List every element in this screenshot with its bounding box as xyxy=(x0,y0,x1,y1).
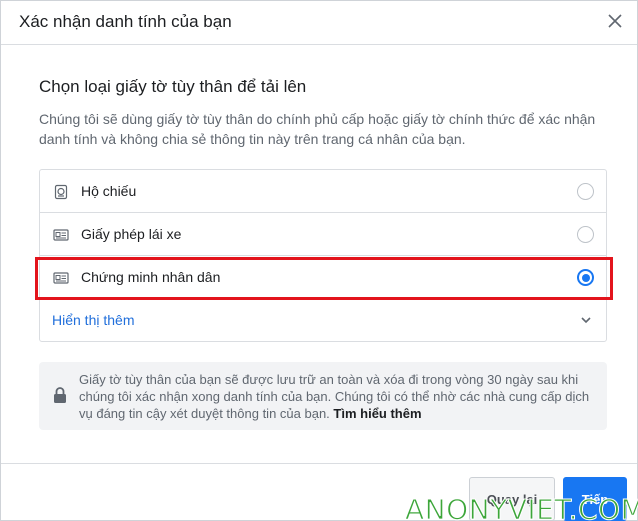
option-label: Chứng minh nhân dân xyxy=(81,269,221,285)
chevron-down-icon xyxy=(581,317,591,324)
show-more-label: Hiển thị thêm xyxy=(52,312,135,328)
radio-button[interactable] xyxy=(577,226,594,243)
option-national-id[interactable]: Chứng minh nhân dân xyxy=(40,256,606,299)
id-card-icon xyxy=(53,272,69,284)
learn-more-link[interactable]: Tìm hiểu thêm xyxy=(333,406,421,421)
id-card-icon xyxy=(53,229,69,241)
notice-text: Giấy tờ tùy thân của bạn sẽ được lưu trữ… xyxy=(79,371,599,422)
show-more-toggle[interactable]: Hiển thị thêm xyxy=(40,299,606,342)
watermark-logo: ANONYVIET.COM xyxy=(404,493,638,521)
id-type-options: Hộ chiếu Giấy phép lái xe Chứng minh nhâ… xyxy=(39,169,607,342)
dialog-title: Xác nhận danh tính của bạn xyxy=(19,12,232,31)
option-label: Hộ chiếu xyxy=(81,183,137,199)
option-passport[interactable]: Hộ chiếu xyxy=(40,170,606,213)
close-button[interactable] xyxy=(603,9,627,33)
close-icon xyxy=(608,14,622,28)
privacy-notice: Giấy tờ tùy thân của bạn sẽ được lưu trữ… xyxy=(39,362,607,430)
dialog-header: Xác nhận danh tính của bạn xyxy=(1,1,637,45)
verify-identity-dialog: Xác nhận danh tính của bạn Chọn loại giấ… xyxy=(0,0,638,521)
lock-icon xyxy=(54,387,66,403)
option-label: Giấy phép lái xe xyxy=(81,226,182,242)
radio-button-selected[interactable] xyxy=(577,269,594,286)
passport-icon xyxy=(54,184,68,200)
option-driver-license[interactable]: Giấy phép lái xe xyxy=(40,213,606,256)
radio-button[interactable] xyxy=(577,183,594,200)
section-description: Chúng tôi sẽ dùng giấy tờ tùy thân do ch… xyxy=(39,111,596,147)
section-title: Chọn loại giấy tờ tùy thân để tải lên xyxy=(39,77,307,96)
